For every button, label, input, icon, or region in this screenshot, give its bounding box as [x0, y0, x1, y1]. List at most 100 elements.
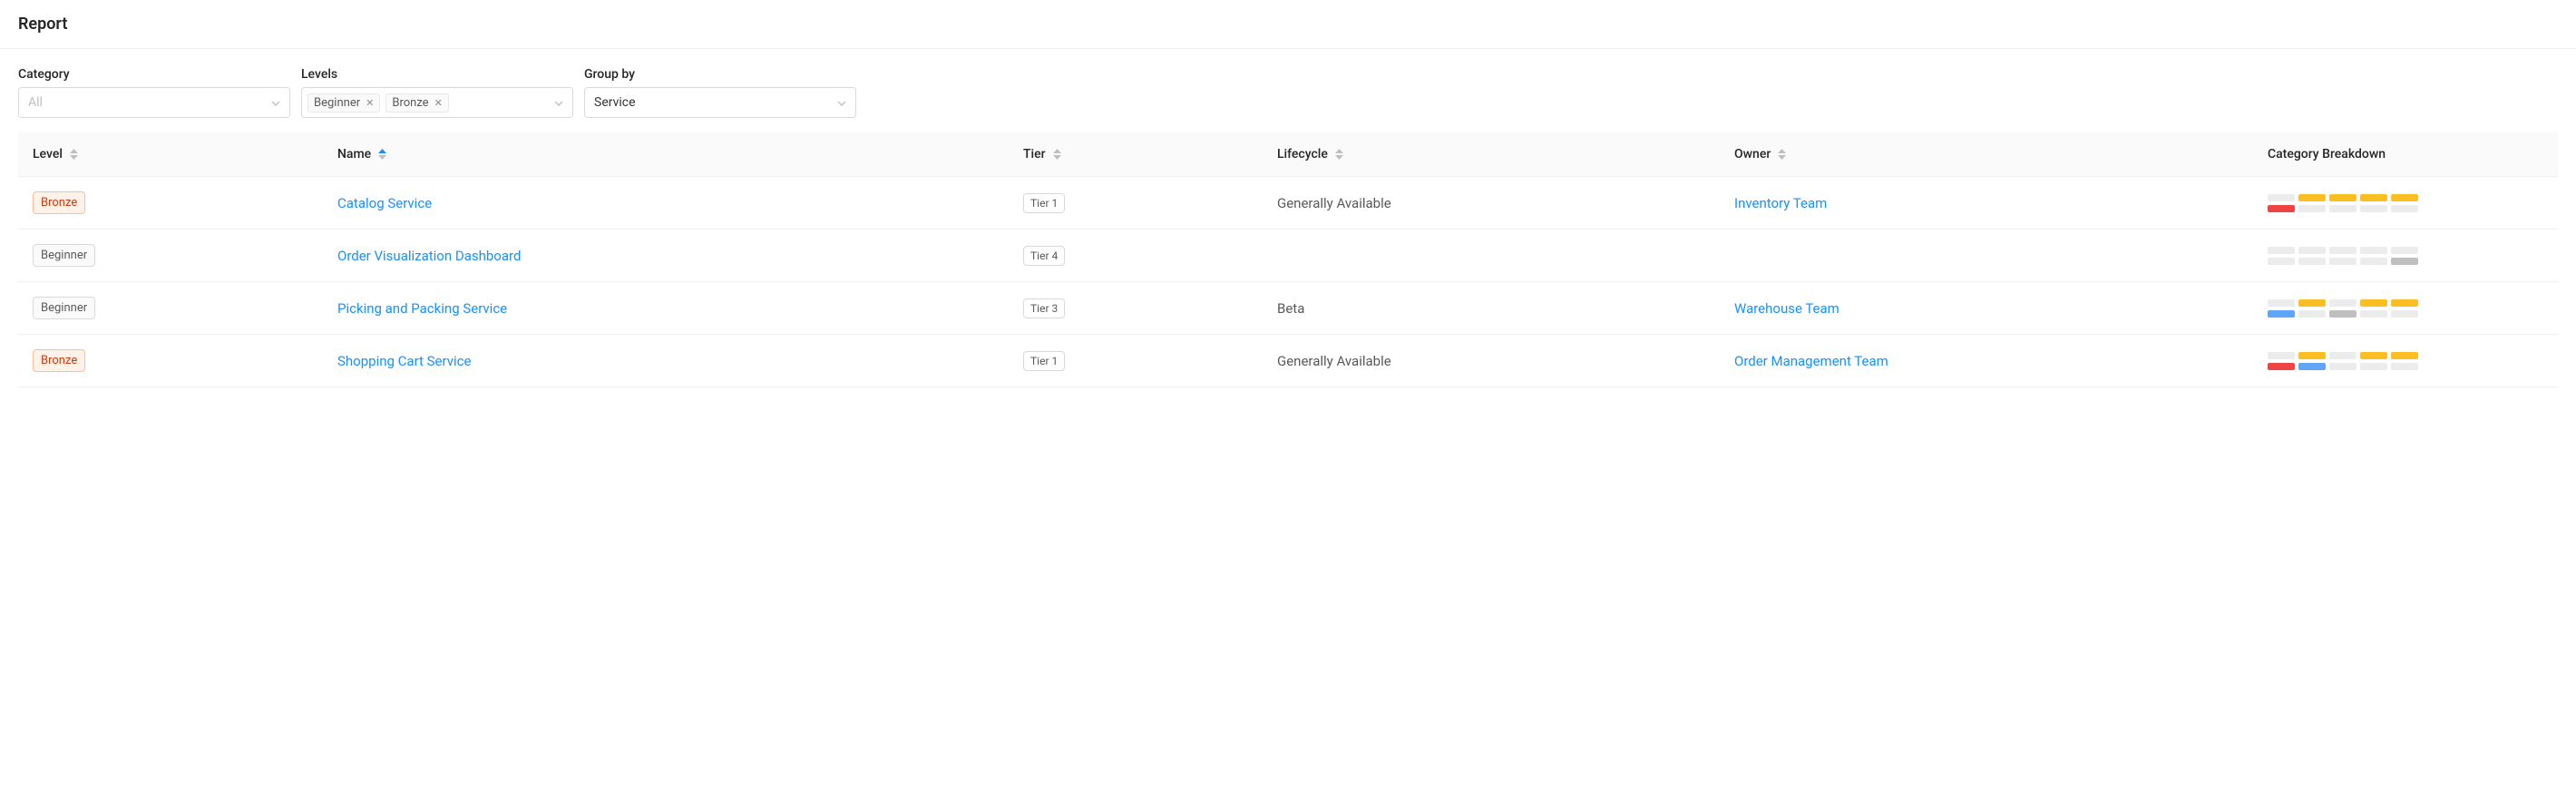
filter-tag-label: Bronze: [392, 96, 428, 110]
category-breakdown: [2268, 247, 2543, 265]
breakdown-cell: [2391, 247, 2418, 254]
col-header-tier[interactable]: Tier: [1009, 132, 1263, 177]
filter-category-label: Category: [18, 67, 290, 82]
breakdown-cell: [2391, 258, 2418, 265]
breakdown-cell: [2298, 258, 2326, 265]
breakdown-cell: [2360, 258, 2387, 265]
filter-levels: Levels Beginner ✕ Bronze ✕: [301, 67, 573, 118]
table-row: BronzeShopping Cart ServiceTier 1General…: [18, 335, 2558, 387]
breakdown-cell: [2298, 352, 2326, 359]
breakdown-cell: [2329, 205, 2356, 212]
service-link[interactable]: Catalog Service: [337, 195, 432, 211]
groupby-select[interactable]: Service: [584, 87, 856, 118]
filter-category: Category All: [18, 67, 290, 118]
sort-icon: [1335, 149, 1343, 160]
page-title: Report: [18, 15, 2558, 34]
lifecycle-text: [1263, 230, 1720, 282]
breakdown-cell: [2268, 205, 2295, 212]
col-header-lifecycle[interactable]: Lifecycle: [1263, 132, 1720, 177]
breakdown-cell: [2298, 205, 2326, 212]
report-table-wrap: Level Name: [0, 132, 2576, 406]
category-breakdown: [2268, 194, 2543, 212]
tier-badge: Tier 1: [1023, 193, 1065, 213]
category-breakdown: [2268, 352, 2543, 370]
level-badge: Bronze: [33, 349, 85, 372]
filter-tag: Beginner ✕: [307, 93, 380, 112]
chevron-down-icon: [554, 95, 563, 110]
col-header-level-label: Level: [33, 147, 63, 161]
level-badge: Beginner: [33, 297, 95, 319]
breakdown-cell: [2329, 352, 2356, 359]
levels-select[interactable]: Beginner ✕ Bronze ✕: [301, 87, 573, 118]
lifecycle-text: Generally Available: [1263, 177, 1720, 230]
breakdown-cell: [2268, 247, 2295, 254]
report-table: Level Name: [18, 132, 2558, 387]
col-header-breakdown: Category Breakdown: [2253, 132, 2558, 177]
breakdown-cell: [2329, 258, 2356, 265]
table-row: Beginner Order Visualization Dashboard Tie…: [18, 230, 2558, 282]
col-header-lifecycle-label: Lifecycle: [1277, 147, 1328, 161]
breakdown-cell: [2268, 363, 2295, 370]
breakdown-cell: [2391, 205, 2418, 212]
breakdown-cell: [2268, 299, 2295, 307]
filter-tag: Bronze ✕: [385, 93, 448, 112]
tier-badge: Tier 3: [1023, 298, 1065, 318]
col-header-level[interactable]: Level: [18, 132, 323, 177]
breakdown-cell: [2268, 258, 2295, 265]
owner-link[interactable]: Inventory Team: [1734, 195, 1827, 211]
col-header-breakdown-label: Category Breakdown: [2268, 147, 2386, 161]
tier-badge: Tier 4: [1023, 246, 1065, 266]
category-placeholder: All: [28, 95, 43, 110]
breakdown-cell: [2329, 299, 2356, 307]
col-header-owner[interactable]: Owner: [1720, 132, 2253, 177]
breakdown-cell: [2360, 310, 2387, 318]
category-breakdown: [2268, 299, 2543, 318]
breakdown-cell: [2391, 299, 2418, 307]
level-badge: Bronze: [33, 191, 85, 214]
filters-bar: Category All Levels Beginner ✕ Bronze ✕ Gro…: [0, 49, 2576, 132]
chevron-down-icon: [271, 95, 280, 110]
breakdown-cell: [2391, 310, 2418, 318]
breakdown-cell: [2298, 247, 2326, 254]
service-link[interactable]: Shopping Cart Service: [337, 353, 471, 369]
filter-levels-label: Levels: [301, 67, 573, 82]
breakdown-cell: [2360, 247, 2387, 254]
owner-link[interactable]: Warehouse Team: [1734, 300, 1839, 317]
close-icon[interactable]: ✕: [366, 97, 374, 109]
category-select[interactable]: All: [18, 87, 290, 118]
breakdown-cell: [2360, 299, 2387, 307]
breakdown-cell: [2298, 310, 2326, 318]
breakdown-cell: [2360, 194, 2387, 201]
level-badge: Beginner: [33, 244, 95, 267]
breakdown-cell: [2298, 194, 2326, 201]
breakdown-cell: [2329, 310, 2356, 318]
breakdown-cell: [2329, 247, 2356, 254]
breakdown-cell: [2268, 310, 2295, 318]
filter-groupby-label: Group by: [584, 67, 856, 82]
breakdown-cell: [2329, 194, 2356, 201]
col-header-name-label: Name: [337, 147, 371, 161]
lifecycle-text: Beta: [1263, 282, 1720, 335]
filter-groupby: Group by Service: [584, 67, 856, 118]
sort-icon: [378, 149, 386, 160]
groupby-value: Service: [594, 95, 636, 110]
filter-tag-label: Beginner: [314, 96, 360, 110]
breakdown-cell: [2298, 299, 2326, 307]
col-header-tier-label: Tier: [1023, 147, 1046, 161]
breakdown-cell: [2268, 194, 2295, 201]
table-row: Beginner Picking and Packing Service Tier …: [18, 282, 2558, 335]
lifecycle-text: Generally Available: [1263, 335, 1720, 387]
breakdown-cell: [2268, 352, 2295, 359]
service-link[interactable]: Order Visualization Dashboard: [337, 248, 521, 264]
breakdown-cell: [2391, 363, 2418, 370]
col-header-name[interactable]: Name: [323, 132, 1009, 177]
breakdown-cell: [2391, 194, 2418, 201]
service-link[interactable]: Picking and Packing Service: [337, 300, 507, 317]
sort-icon: [70, 149, 78, 160]
owner-link[interactable]: Order Management Team: [1734, 353, 1888, 369]
close-icon[interactable]: ✕: [434, 97, 443, 109]
sort-icon: [1778, 149, 1786, 160]
breakdown-cell: [2360, 363, 2387, 370]
table-row: Bronze Catalog Service Tier 1 Generally Ava…: [18, 177, 2558, 230]
breakdown-cell: [2360, 352, 2387, 359]
